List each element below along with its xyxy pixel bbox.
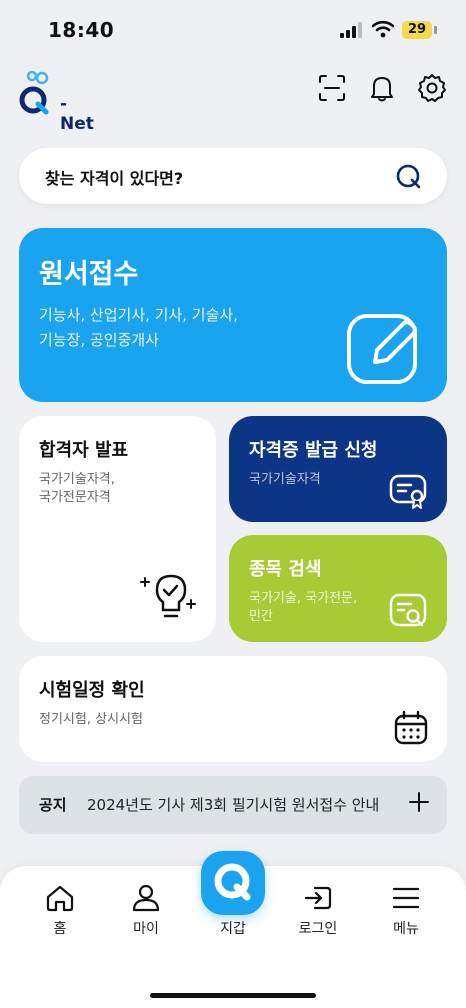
pass-desc-line-2: 국가전문자격 (39, 490, 111, 505)
nav-home-label: 홈 (53, 921, 67, 937)
home-icon (46, 885, 74, 912)
certificate-icon (389, 474, 427, 509)
document-search-icon (389, 593, 427, 627)
logo-text: -Net (60, 94, 94, 134)
nav-login[interactable]: 로그인 (288, 884, 348, 950)
home-indicator (150, 993, 316, 998)
settings-gear-icon[interactable] (416, 72, 448, 104)
item-desc-line-2: 민간 (249, 609, 273, 624)
search-bar[interactable]: 찾는 자격이 있다면? (19, 148, 447, 204)
bottom-safe-area (0, 968, 466, 1008)
nav-wallet-label: 지갑 (220, 921, 246, 937)
status-time: 18:40 (48, 18, 115, 42)
cellular-signal-icon (340, 22, 362, 38)
notice-bar[interactable]: 공지 2024년도 기사 제3회 필기시험 원서접수 안내 (19, 776, 447, 834)
certificate-desc: 국가기술자격 (249, 472, 321, 487)
nav-login-label: 로그인 (298, 921, 338, 937)
q-logo-icon (19, 70, 49, 115)
exam-schedule-desc: 정기시험, 상시시험 (39, 712, 143, 727)
notice-text[interactable]: 2024년도 기사 제3회 필기시험 원서접수 안내 (87, 794, 393, 815)
scan-icon[interactable] (316, 72, 348, 104)
wallet-q-icon (214, 863, 251, 901)
item-desc-line-1: 국가기술, 국가전문, (249, 591, 358, 606)
person-icon (132, 884, 160, 912)
search-icon[interactable] (395, 163, 423, 191)
edit-pen-icon (347, 314, 417, 384)
battery-level: 29 (402, 21, 432, 39)
application-card[interactable]: 원서접수 기능사, 산업기사, 기사, 기술사, 기능장, 공인중개사 (19, 228, 447, 402)
battery-tip (434, 26, 437, 34)
search-placeholder: 찾는 자격이 있다면? (45, 169, 184, 188)
nav-my[interactable]: 마이 (116, 884, 176, 950)
application-desc-line-1: 기능사, 산업기사, 기사, 기술사, (39, 306, 238, 324)
screen: 18:40 29 -Net 찾는 자격이 있다면? 원서접수 기능사, 산업기사… (0, 0, 466, 1008)
item-search-title: 종목 검색 (249, 559, 322, 580)
pass-desc-line-1: 국가기술자격, (39, 472, 115, 487)
notice-label: 공지 (39, 796, 67, 814)
login-icon (304, 886, 332, 910)
plus-icon[interactable] (407, 790, 431, 814)
pass-announcement-title: 합격자 발표 (39, 440, 129, 461)
exam-schedule-card[interactable]: 시험일정 확인 정기시험, 상시시험 (19, 656, 447, 762)
application-desc-line-2: 기능장, 공인중개사 (39, 331, 159, 349)
exam-schedule-title: 시험일정 확인 (39, 680, 145, 701)
nav-menu-label: 메뉴 (393, 921, 419, 937)
nav-wallet-button[interactable] (201, 851, 265, 915)
certificate-issue-card[interactable]: 자격증 발급 신청 국가기술자격 (229, 416, 447, 522)
wifi-icon (372, 20, 394, 38)
item-search-card[interactable]: 종목 검색 국가기술, 국가전문, 민간 (229, 535, 447, 642)
hamburger-menu-icon (392, 887, 420, 909)
bell-icon[interactable] (366, 72, 398, 104)
calendar-icon (394, 710, 428, 745)
application-title: 원서접수 (39, 259, 139, 290)
nav-menu[interactable]: 메뉴 (376, 884, 436, 950)
certificate-issue-title: 자격증 발급 신청 (249, 440, 378, 461)
lightbulb-icon (140, 574, 196, 618)
qnet-logo[interactable]: -Net (18, 68, 98, 134)
pass-announcement-card[interactable]: 합격자 발표 국가기술자격, 국가전문자격 (19, 416, 216, 642)
status-bar: 18:40 29 (0, 0, 466, 60)
nav-home[interactable]: 홈 (30, 884, 90, 950)
nav-my-label: 마이 (133, 921, 159, 937)
